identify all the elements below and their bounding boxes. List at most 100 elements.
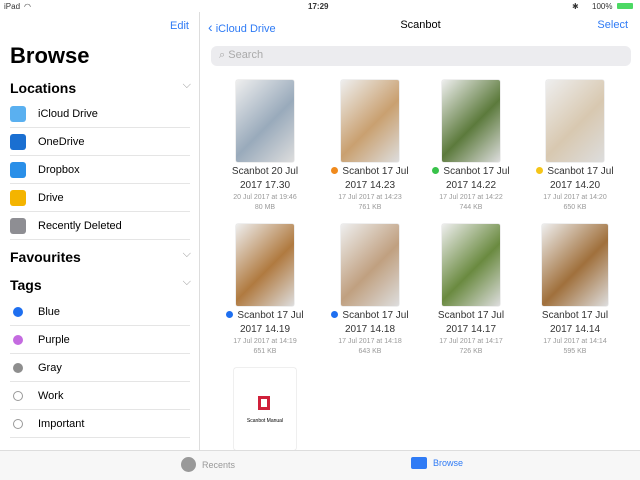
file-date: 17 Jul 2017 at 14:17	[439, 338, 503, 345]
bluetooth-icon: ✱	[572, 2, 579, 11]
file-name: Scanbot 17 Jul 2017 14.17	[437, 310, 505, 335]
file-size: 651 KB	[253, 348, 277, 355]
location-label: iCloud Drive	[38, 107, 98, 120]
sidebar-item-location[interactable]: Drive	[10, 184, 190, 212]
file-size: 595 KB	[563, 348, 587, 355]
select-button[interactable]: Select	[597, 19, 628, 31]
sidebar-item-location[interactable]: OneDrive	[10, 128, 190, 156]
search-input[interactable]: ⌕ Search	[211, 46, 631, 66]
battery-icon	[617, 3, 633, 9]
sidebar-item-tag[interactable]: Work	[10, 382, 190, 410]
file-thumbnail	[442, 224, 500, 306]
sidebar-item-tag[interactable]: Blue	[10, 298, 190, 326]
location-icon	[10, 161, 26, 178]
clock: 17:29	[308, 2, 329, 11]
tag-dot-icon	[13, 418, 23, 429]
tag-dot-icon	[13, 390, 23, 401]
device-label: iPad	[4, 2, 21, 11]
locations-header[interactable]: Locations ⌵	[10, 79, 195, 96]
tag-dot-icon	[536, 167, 544, 174]
location-label: Drive	[38, 191, 64, 204]
file-name: Scanbot 20 Jul 2017 17.30	[231, 166, 299, 191]
status-bar: iPad ◠ 17:29 ✱ 100%	[0, 0, 640, 12]
main-pane: ‹ iCloud Drive Scanbot Select ⌕ Search S…	[201, 12, 640, 450]
file-date: 17 Jul 2017 at 14:14	[543, 338, 607, 345]
file-name: Scanbot 17 Jul 2017 14.22	[419, 165, 523, 193]
file-thumbnail	[546, 80, 604, 162]
sidebar-item-location[interactable]: Recently Deleted	[10, 212, 190, 240]
file-name: Scanbot 17 Jul 2017 14.20	[523, 165, 627, 193]
file-name: Scanbot 17 Jul 2017 14.19	[213, 309, 317, 337]
tag-dot-icon	[331, 311, 339, 318]
page-title: Scanbot	[400, 19, 441, 31]
location-icon	[10, 133, 26, 150]
file-item[interactable]: Scanbot 17 Jul 2017 14.14 17 Jul 2017 at …	[523, 224, 627, 357]
favourites-header[interactable]: Favourites ⌵	[10, 248, 195, 265]
file-thumbnail	[542, 224, 608, 306]
file-size: 80 MB	[254, 204, 276, 211]
chevron-down-icon: ⌵	[182, 276, 191, 288]
sidebar-item-tag[interactable]: Gray	[10, 354, 190, 382]
file-thumbnail	[236, 224, 294, 306]
file-date: 17 Jul 2017 at 14:22	[439, 194, 503, 201]
tag-dot-icon	[13, 334, 23, 345]
file-item[interactable]: Scanbot 17 Jul 2017 14.19 17 Jul 2017 at …	[213, 224, 317, 357]
file-size: 643 KB	[358, 348, 382, 355]
file-item[interactable]: Scanbot Manual	[213, 368, 317, 450]
search-placeholder: Search	[228, 49, 264, 61]
clock-icon	[181, 457, 196, 472]
edit-button[interactable]: Edit	[170, 20, 189, 32]
sidebar: Edit Browse Locations ⌵ iCloud Drive OneDr…	[0, 12, 200, 450]
file-size: 761 KB	[358, 204, 382, 211]
tab-browse[interactable]: Browse	[411, 457, 463, 469]
file-item[interactable]: Scanbot 20 Jul 2017 17.30 20 Jul 2017 at …	[213, 80, 317, 213]
battery-percent: 100%	[592, 2, 613, 11]
file-item[interactable]: Scanbot 17 Jul 2017 14.20 17 Jul 2017 at …	[523, 80, 627, 213]
sidebar-item-tag[interactable]: Important	[10, 410, 190, 438]
chevron-down-icon: ⌵	[182, 79, 191, 91]
file-name: Scanbot 17 Jul 2017 14.18	[318, 309, 422, 337]
file-thumbnail	[442, 80, 500, 162]
manual-thumbnail: Scanbot Manual	[234, 368, 296, 450]
wifi-icon: ◠	[24, 2, 31, 11]
tag-label: Work	[38, 389, 64, 402]
file-item[interactable]: Scanbot 17 Jul 2017 14.22 17 Jul 2017 at …	[419, 80, 523, 213]
tag-dot-icon	[226, 311, 234, 318]
file-size: 744 KB	[459, 204, 483, 211]
location-icon	[10, 189, 26, 206]
tag-dot-icon	[13, 362, 23, 373]
tag-dot-icon	[13, 306, 23, 317]
sidebar-title: Browse	[10, 43, 90, 68]
file-item[interactable]: Scanbot 17 Jul 2017 14.17 17 Jul 2017 at …	[419, 224, 523, 357]
tag-dot-icon	[331, 167, 339, 174]
location-icon	[10, 105, 26, 122]
file-date: 17 Jul 2017 at 14:23	[338, 194, 402, 201]
file-date: 17 Jul 2017 at 14:19	[233, 338, 297, 345]
file-name: Scanbot 17 Jul 2017 14.14	[541, 310, 609, 335]
tab-recents[interactable]: Recents	[181, 457, 235, 472]
sidebar-item-location[interactable]: Dropbox	[10, 156, 190, 184]
file-thumbnail	[236, 80, 294, 162]
sidebar-item-tag[interactable]: Purple	[10, 326, 190, 354]
location-icon	[10, 217, 26, 234]
location-label: Dropbox	[38, 163, 80, 176]
file-date: 20 Jul 2017 at 19:46	[233, 194, 297, 201]
tag-dot-icon	[432, 167, 440, 174]
file-date: 17 Jul 2017 at 14:20	[543, 194, 607, 201]
tag-label: Purple	[38, 333, 70, 346]
nav-bar: ‹ iCloud Drive Scanbot Select	[201, 12, 640, 40]
file-size: 726 KB	[459, 348, 483, 355]
sidebar-item-location[interactable]: iCloud Drive	[10, 100, 190, 128]
folder-icon	[411, 457, 427, 469]
tab-browse-label: Browse	[433, 458, 464, 468]
location-label: Recently Deleted	[38, 219, 122, 232]
file-thumbnail	[341, 80, 399, 162]
scanbot-logo-icon	[258, 396, 270, 410]
file-thumbnail	[341, 224, 399, 306]
tag-label: Important	[38, 417, 85, 430]
tab-recents-label: Recents	[202, 459, 236, 470]
tags-header[interactable]: Tags ⌵	[10, 276, 195, 293]
file-name: Scanbot 17 Jul 2017 14.23	[318, 165, 422, 193]
file-item[interactable]: Scanbot 17 Jul 2017 14.23 17 Jul 2017 at …	[318, 80, 422, 213]
file-item[interactable]: Scanbot 17 Jul 2017 14.18 17 Jul 2017 at …	[318, 224, 422, 357]
